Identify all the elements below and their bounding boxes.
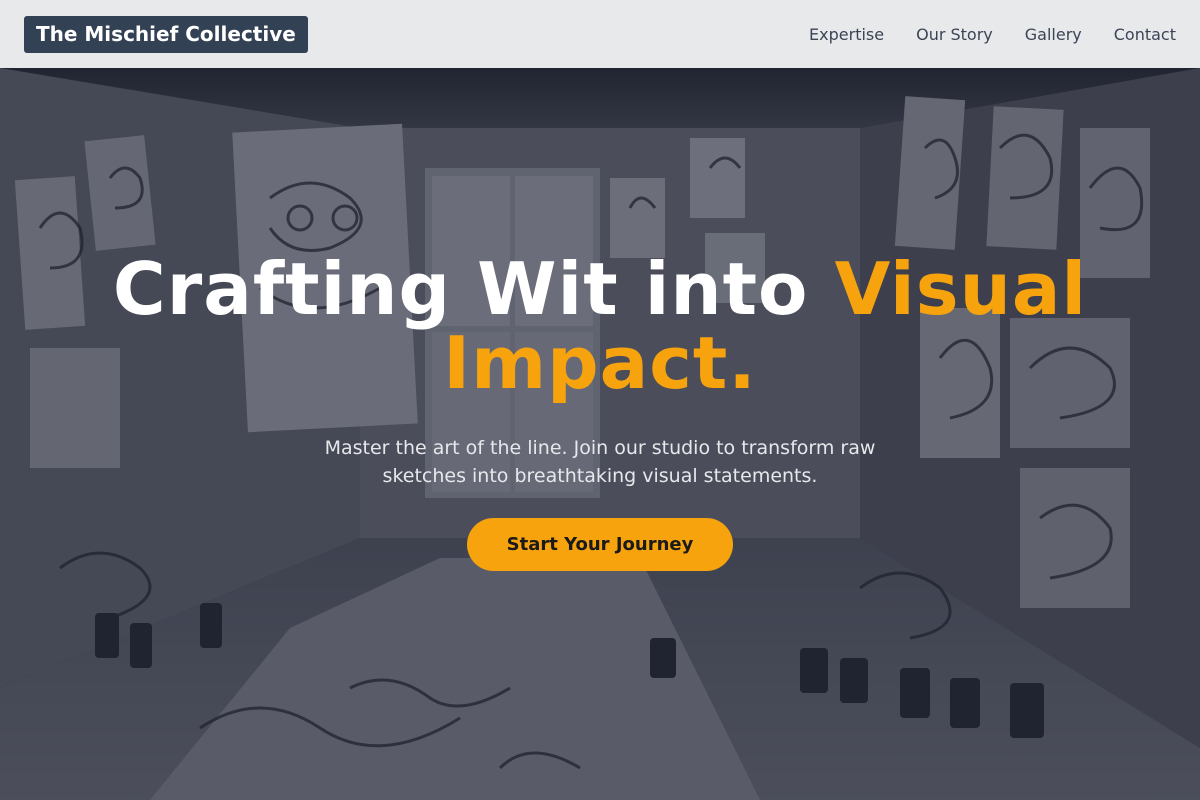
hero-headline: Crafting Wit into Visual Impact. xyxy=(100,252,1100,400)
headline-text: Crafting Wit into xyxy=(112,247,835,331)
nav-link-contact[interactable]: Contact xyxy=(1114,25,1176,44)
brand-logo[interactable]: The Mischief Collective xyxy=(24,15,308,53)
nav-links: Expertise Our Story Gallery Contact xyxy=(809,25,1176,44)
nav-link-our-story[interactable]: Our Story xyxy=(916,25,993,44)
hero-content: Crafting Wit into Visual Impact. Master … xyxy=(0,68,1200,800)
hero-section: Crafting Wit into Visual Impact. Master … xyxy=(0,68,1200,800)
hero-subtitle: Master the art of the line. Join our stu… xyxy=(324,437,876,487)
top-navbar: The Mischief Collective Expertise Our St… xyxy=(0,0,1200,68)
nav-link-gallery[interactable]: Gallery xyxy=(1025,25,1082,44)
start-journey-button[interactable]: Start Your Journey xyxy=(467,518,733,571)
nav-link-expertise[interactable]: Expertise xyxy=(809,25,884,44)
